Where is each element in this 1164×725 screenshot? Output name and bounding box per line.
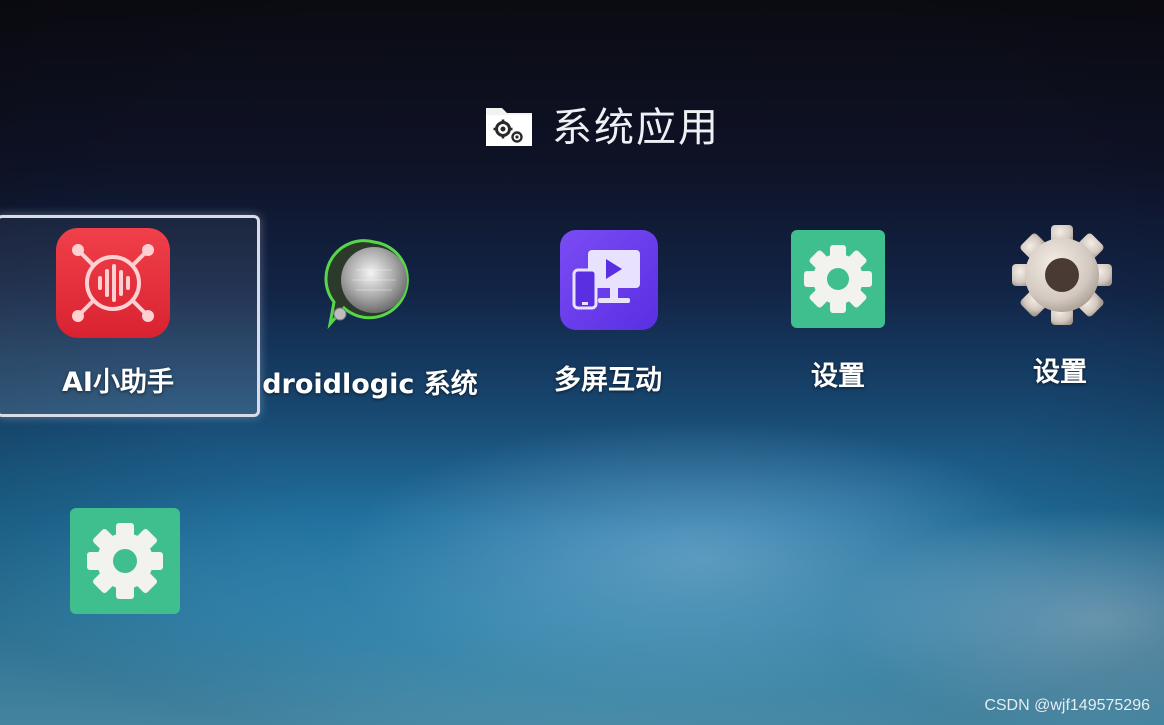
- app-label-settings-2: 设置: [1033, 357, 1087, 388]
- app-label-ai-assistant: AI小助手: [62, 367, 174, 398]
- green-gear-icon: [789, 228, 887, 330]
- droidlogic-knob-icon: [322, 236, 418, 330]
- multiscreen-cast-icon: [558, 228, 660, 332]
- launcher-screen: 系统应用 AI小助手 droidlogic 系统 多屏互动 设置 设置 CSDN…: [0, 0, 1164, 725]
- green-gear-icon: [68, 506, 182, 616]
- ai-assistant-icon: [54, 226, 172, 340]
- csdn-watermark: CSDN @wjf149575296: [984, 697, 1150, 714]
- folder-settings-icon: [484, 100, 534, 148]
- folder-title: 系统应用: [552, 105, 720, 151]
- folder-header: 系统应用: [484, 98, 720, 151]
- silver-gear-icon: [1010, 222, 1114, 328]
